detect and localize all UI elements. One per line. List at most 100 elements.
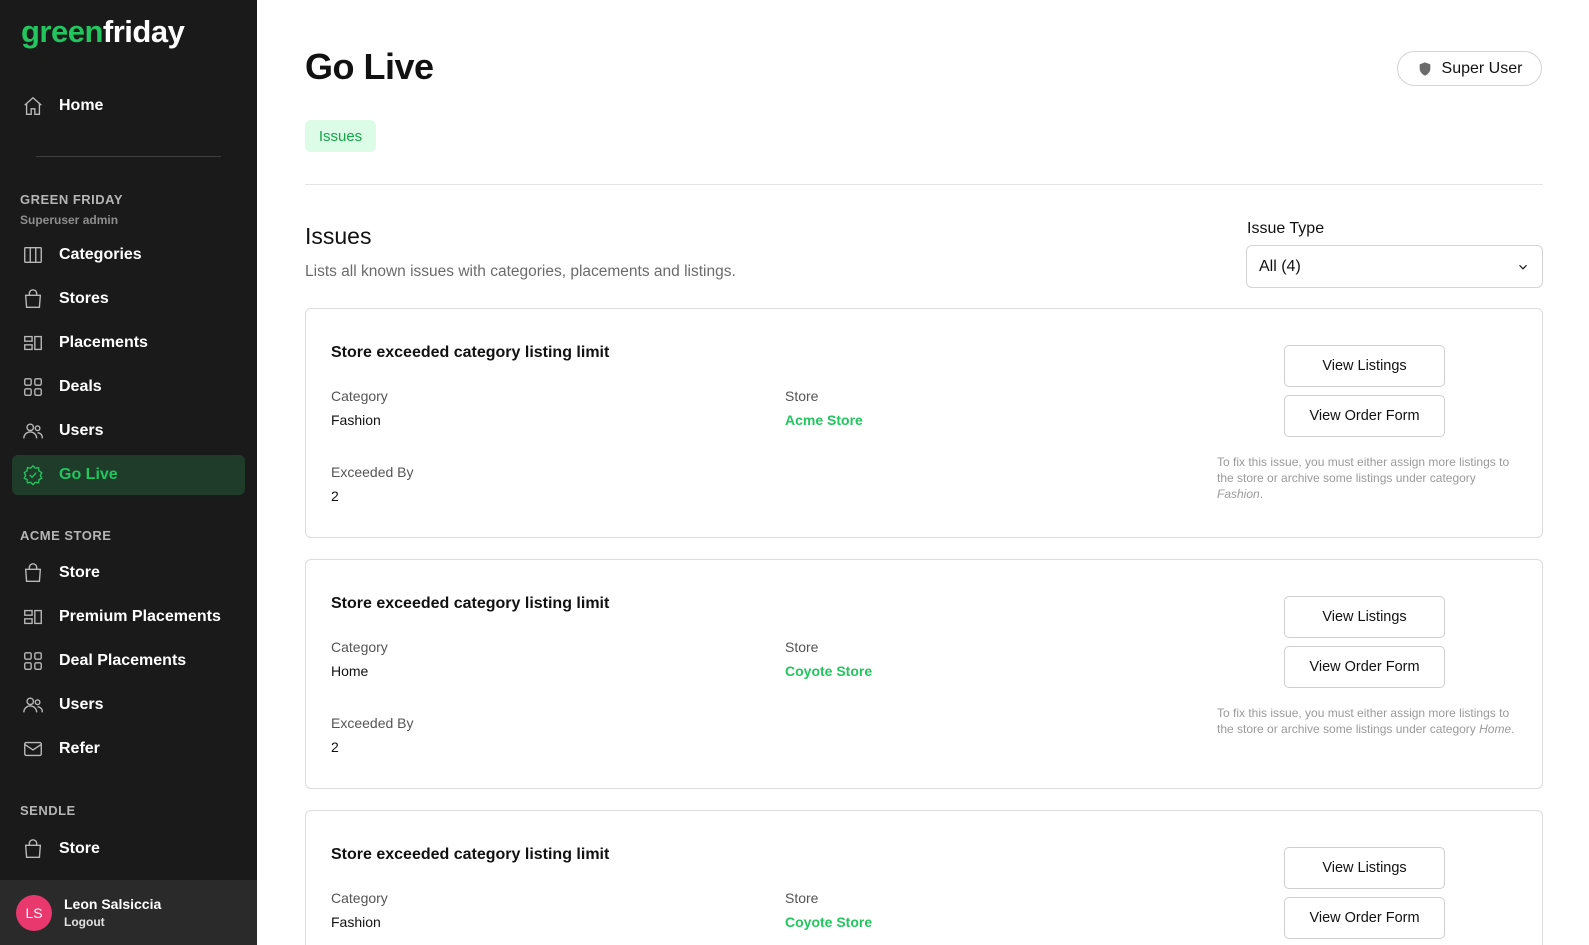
shield-icon [1419,61,1430,76]
view-order-form-button[interactable]: View Order Form [1284,395,1445,437]
fix-hint-suffix: . [1511,722,1515,736]
fix-hint: To fix this issue, you must either assig… [1217,454,1517,502]
category-value: Fashion [331,412,381,428]
category-label: Category [331,388,388,404]
category-label: Category [331,639,388,655]
issue-title: Store exceeded category listing limit [331,344,610,361]
issue-card: Store exceeded category listing limit Ca… [305,308,1543,538]
user-profile[interactable]: LS Leon Salsiccia Logout [0,880,257,945]
store-label: Store [785,639,819,655]
brand-logo[interactable]: greenfriday [21,14,185,50]
nav-premium-placements[interactable]: Premium Placements [12,597,245,637]
shopping-bag-icon [21,837,45,861]
page-title: Go Live [305,46,434,87]
view-order-form-button[interactable]: View Order Form [1284,897,1445,939]
nav-premium-placements-label: Premium Placements [59,608,221,625]
view-order-form-button[interactable]: View Order Form [1284,646,1445,688]
shopping-bag-icon [21,561,45,585]
exceeded-by-label: Exceeded By [331,464,414,480]
placements-icon [21,605,45,629]
nav-categories-label: Categories [59,246,142,263]
category-label: Category [331,890,388,906]
nav-store-sendle-label: Store [59,840,100,857]
category-value: Home [331,663,369,679]
nav-store-acme-label: Store [59,564,100,581]
nav-deal-placements-label: Deal Placements [59,652,187,669]
nav-stores-label: Stores [59,290,109,307]
user-name: Leon Salsiccia [64,896,162,912]
shopping-bag-icon [21,287,45,311]
exceeded-by-value: 2 [331,739,339,755]
nav-home-label: Home [59,97,104,114]
section-subtitle-superuser: Superuser admin [20,213,119,227]
view-listings-button[interactable]: View Listings [1284,847,1445,889]
nav-home[interactable]: Home [12,86,245,126]
nav-go-live-label: Go Live [59,466,118,483]
placements-icon [21,331,45,355]
main-content: Go Live Super User Issues Issues Lists a… [257,0,1589,945]
nav-refer-label: Refer [59,740,100,757]
nav-placements[interactable]: Placements [12,323,245,363]
store-label: Store [785,890,819,906]
fix-hint-text: To fix this issue, you must either assig… [1217,455,1510,485]
category-value: Fashion [331,914,381,930]
header-divider [305,184,1543,185]
grid-icon [21,375,45,399]
sidebar: greenfriday Home GREEN FRIDAY Superuser … [0,0,257,945]
nav-store-acme[interactable]: Store [12,553,245,593]
fix-hint-category: Home [1479,722,1512,736]
tab-issues[interactable]: Issues [305,120,376,152]
envelope-icon [21,737,45,761]
nav-deals-label: Deals [59,378,102,395]
nav-deals[interactable]: Deals [12,367,245,407]
section-title-acme-store: ACME STORE [20,528,112,543]
logo-white-text: friday [102,14,185,49]
fix-hint-suffix: . [1259,487,1264,501]
section-title-sendle: SENDLE [20,803,76,818]
users-icon [21,419,45,443]
nav-deal-placements[interactable]: Deal Placements [12,641,245,681]
avatar[interactable]: LS [16,894,52,931]
exceeded-by-value: 2 [331,488,339,504]
view-listings-button[interactable]: View Listings [1284,596,1445,638]
columns-icon [21,243,45,267]
nav-users-acme[interactable]: Users [12,685,245,725]
users-icon [21,693,45,717]
nav-users[interactable]: Users [12,411,245,451]
home-icon [21,94,45,118]
view-listings-button[interactable]: View Listings [1284,345,1445,387]
nav-categories[interactable]: Categories [12,235,245,275]
check-badge-icon [21,463,45,487]
issue-type-label: Issue Type [1247,220,1325,237]
logout-link[interactable]: Logout [64,915,161,929]
issues-description: Lists all known issues with categories, … [305,263,736,280]
fix-hint: To fix this issue, you must either assig… [1217,705,1517,737]
store-link[interactable]: Coyote Store [785,663,872,679]
issue-card: Store exceeded category listing limit Ca… [305,559,1543,789]
issue-type-value: All (4) [1259,257,1301,275]
super-user-label: Super User [1441,59,1523,77]
nav-refer[interactable]: Refer [12,729,245,769]
nav-go-live[interactable]: Go Live [12,455,245,495]
nav-users-label: Users [59,422,104,439]
nav-users-acme-label: Users [59,696,104,713]
nav-stores[interactable]: Stores [12,279,245,319]
issue-title: Store exceeded category listing limit [331,595,610,612]
exceeded-by-label: Exceeded By [331,715,414,731]
fix-hint-text: To fix this issue, you must either assig… [1217,706,1510,736]
nav-placements-label: Placements [59,334,148,351]
issue-card: Store exceeded category listing limit Ca… [305,810,1543,945]
store-label: Store [785,388,819,404]
super-user-badge[interactable]: Super User [1397,51,1542,86]
section-title-green-friday: GREEN FRIDAY [20,192,124,207]
chevron-down-icon [1519,264,1527,270]
nav-store-sendle[interactable]: Store [12,829,245,869]
fix-hint-category: Fashion [1217,487,1260,501]
issues-heading: Issues [305,223,372,249]
issue-title: Store exceeded category listing limit [331,846,610,863]
store-link[interactable]: Acme Store [785,412,863,428]
store-link[interactable]: Coyote Store [785,914,872,930]
issue-type-select[interactable]: All (4) [1246,245,1543,288]
sidebar-divider [36,156,221,157]
logo-green-text: green [21,14,103,49]
